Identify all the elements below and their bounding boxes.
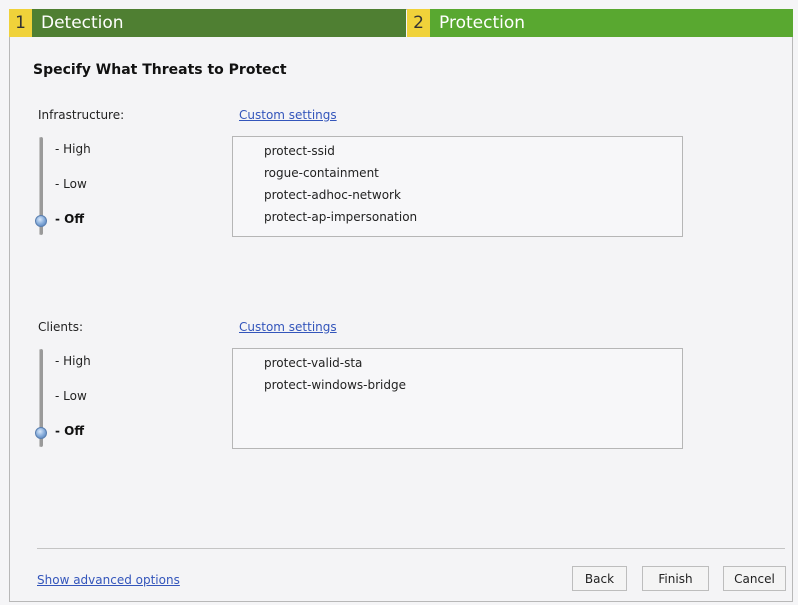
cancel-button[interactable]: Cancel (723, 566, 786, 591)
clients-threat-list: protect-valid-sta protect-windows-bridge (232, 348, 683, 449)
show-advanced-options-link[interactable]: Show advanced options (37, 573, 180, 587)
level-low[interactable]: - Low (55, 389, 87, 403)
infrastructure-level-slider[interactable]: - High - Low - Off (35, 133, 145, 237)
list-item: rogue-containment (264, 166, 379, 180)
list-item: protect-windows-bridge (264, 378, 406, 392)
clients-label: Clients: (38, 320, 84, 334)
footer-divider (37, 548, 785, 549)
level-off[interactable]: - Off (55, 212, 84, 226)
step-protection[interactable]: 2 Protection (407, 9, 793, 37)
clients-custom-settings-link[interactable]: Custom settings (239, 320, 337, 334)
step-number: 1 (9, 9, 32, 37)
step-label: Protection (430, 9, 793, 37)
infrastructure-threat-list: protect-ssid rogue-containment protect-a… (232, 136, 683, 237)
slider-thumb-icon[interactable] (35, 427, 47, 439)
page-title: Specify What Threats to Protect (33, 62, 287, 78)
level-high[interactable]: - High (55, 354, 91, 368)
wizard-steps: 1 Detection 2 Protection (9, 9, 793, 37)
list-item: protect-ssid (264, 144, 335, 158)
list-item: protect-valid-sta (264, 356, 363, 370)
step-detection[interactable]: 1 Detection (9, 9, 406, 37)
level-off[interactable]: - Off (55, 424, 84, 438)
slider-thumb-icon[interactable] (35, 215, 47, 227)
infrastructure-custom-settings-link[interactable]: Custom settings (239, 108, 337, 122)
back-button[interactable]: Back (572, 566, 627, 591)
step-label: Detection (32, 9, 406, 37)
finish-button[interactable]: Finish (642, 566, 709, 591)
level-high[interactable]: - High (55, 142, 91, 156)
infrastructure-label: Infrastructure: (38, 108, 125, 122)
list-item: protect-ap-impersonation (264, 210, 418, 224)
wizard-panel (9, 9, 793, 602)
step-number: 2 (407, 9, 430, 37)
level-low[interactable]: - Low (55, 177, 87, 191)
list-item: protect-adhoc-network (264, 188, 401, 202)
clients-level-slider[interactable]: - High - Low - Off (35, 345, 145, 449)
